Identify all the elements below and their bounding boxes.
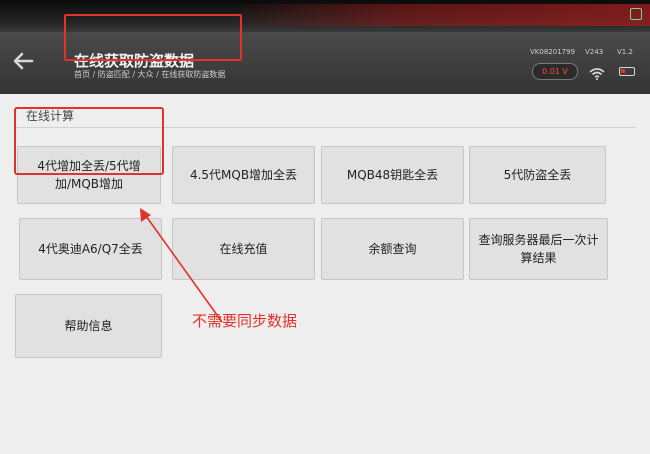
annotation-note: 不需要同步数据 (192, 312, 298, 330)
annotation-arrow-icon (140, 208, 223, 323)
